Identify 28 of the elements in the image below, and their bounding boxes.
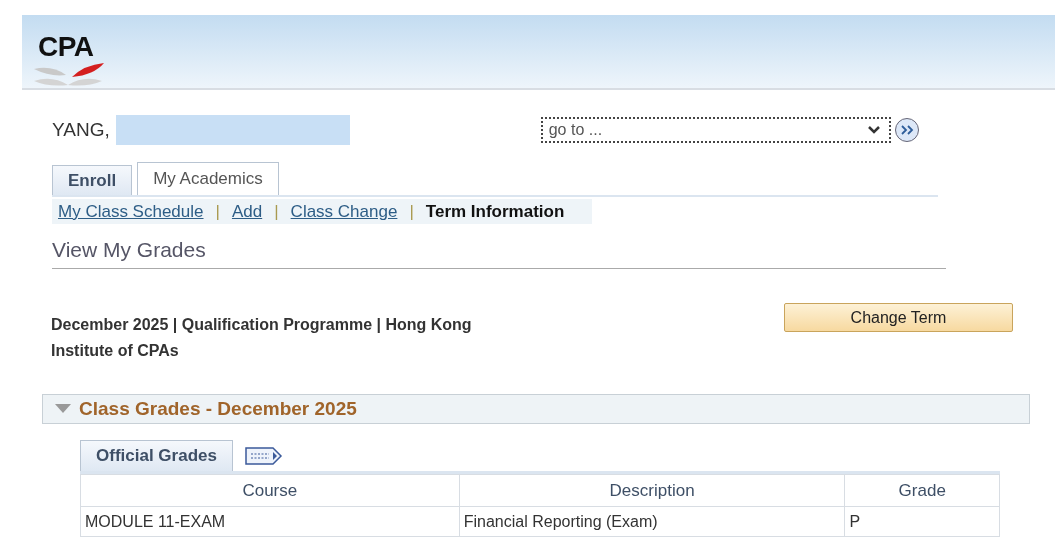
goto-select[interactable]: go to ... [540, 117, 891, 143]
tab[interactable]: Enroll [52, 165, 133, 195]
logo: CPA [32, 33, 104, 89]
double-chevron-icon [899, 124, 914, 136]
separator: | [274, 201, 279, 222]
separator: | [409, 201, 414, 222]
table-cell: P [844, 506, 1000, 537]
grid-view-icon[interactable] [244, 445, 283, 466]
chevron-icon [866, 125, 881, 135]
change-term-button[interactable]: Change Term [784, 303, 1013, 332]
grid-tab[interactable]: Official Grades [80, 440, 233, 471]
nav-link[interactable]: Add [231, 201, 263, 222]
table-cell: Financial Reporting (Exam) [459, 506, 845, 537]
term-description: December 2025 | Qualification Programme | Hong Kong Institute of CPAs [51, 315, 473, 361]
nav-link[interactable]: Class Change [290, 201, 398, 222]
section-title: Class Grades - December 2025 [79, 398, 357, 420]
go-button[interactable] [894, 118, 919, 142]
section-header[interactable]: Class Grades - December 2025 [42, 394, 1030, 424]
column-header: Description [459, 474, 845, 507]
page-title: View My Grades [52, 238, 946, 269]
student-name: YANG, [52, 119, 110, 141]
table-cell: MODULE 11-EXAM [80, 506, 460, 537]
column-header: Course [80, 474, 460, 507]
nav-link[interactable]: Term Information [425, 201, 565, 222]
nav-link[interactable]: My Class Schedule [58, 201, 204, 222]
column-header: Grade [844, 474, 1000, 507]
tab[interactable]: My Academics [137, 162, 279, 195]
separator: | [215, 201, 220, 222]
